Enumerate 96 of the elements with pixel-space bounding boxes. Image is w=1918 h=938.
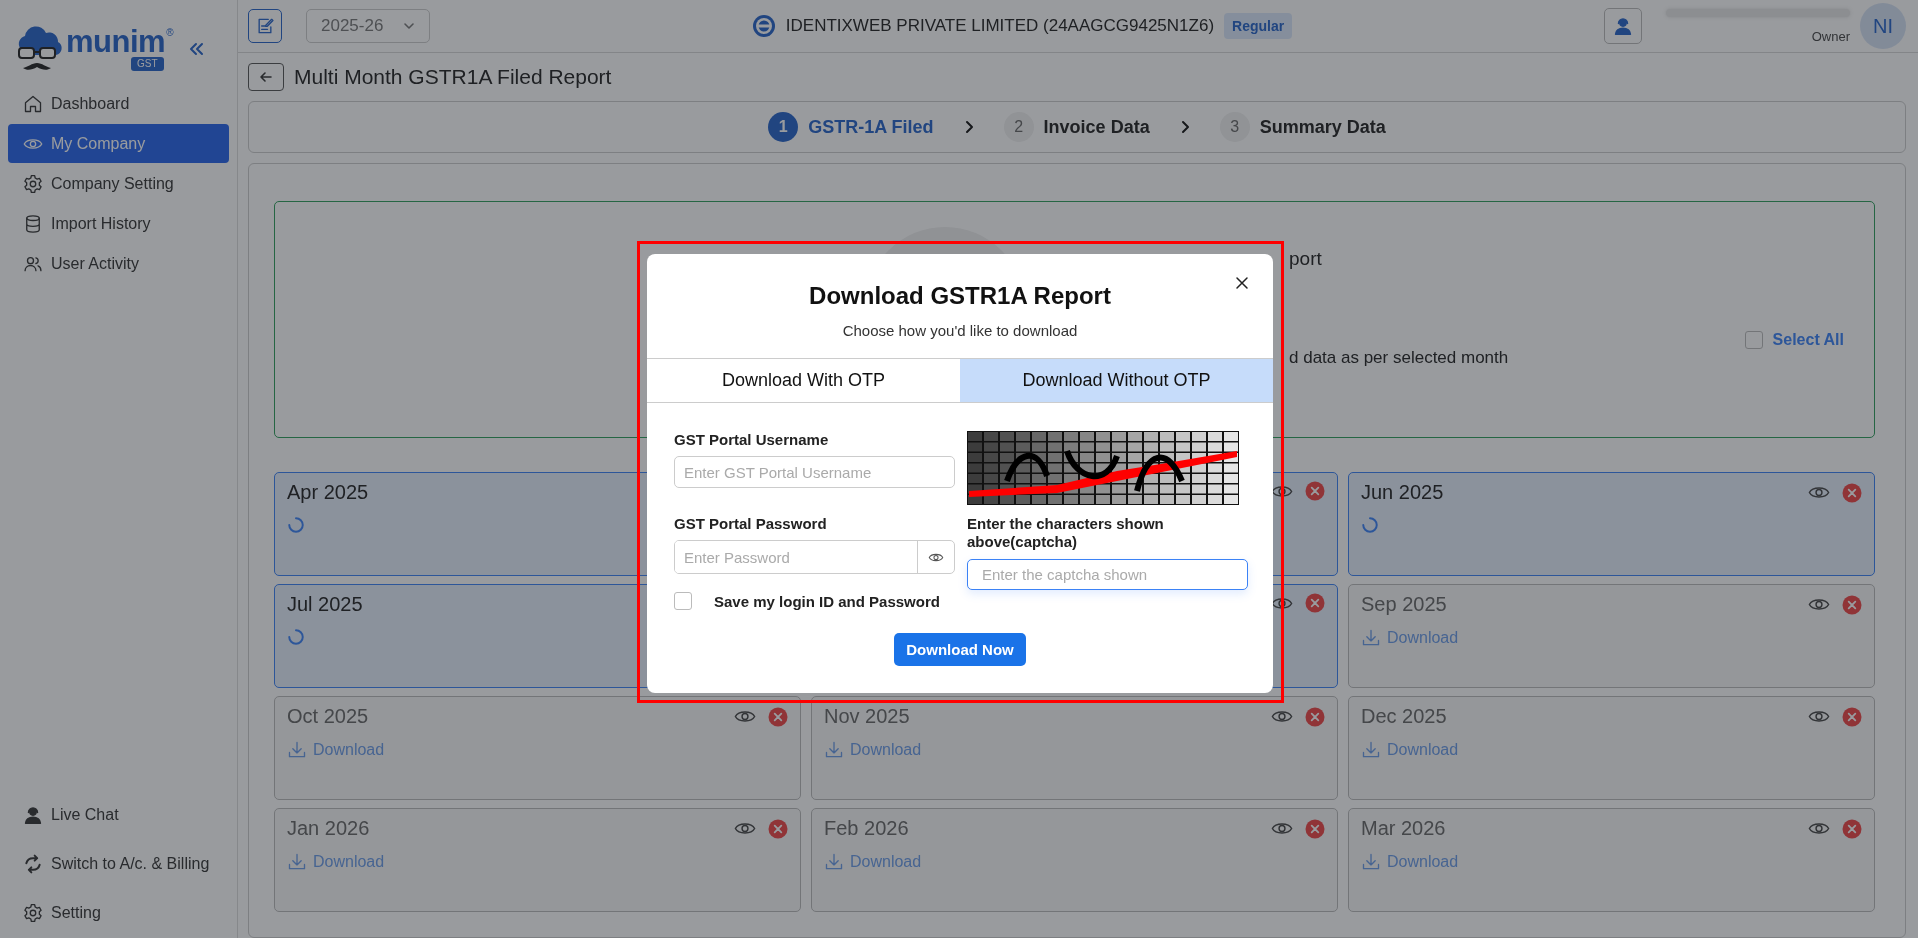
remove-icon[interactable] <box>1305 481 1325 501</box>
settings-icon <box>23 173 43 194</box>
view-icon <box>1271 710 1293 723</box>
logo-wordmark: munim <box>66 27 166 57</box>
month-title: Jan 2026 <box>287 817 370 840</box>
registered-mark: ® <box>166 27 174 38</box>
field-label: GST Portal Password <box>674 515 828 532</box>
download-icon <box>824 852 844 872</box>
panel-note: d data as per selected month <box>1289 347 1509 368</box>
close-icon <box>1235 276 1249 290</box>
user-role: Owner <box>1811 28 1850 44</box>
month-title: Sep 2025 <box>1361 593 1447 616</box>
remember-label[interactable]: Save my login ID and Password <box>714 592 940 610</box>
panel-heading: port <box>1289 247 1323 270</box>
dialog-tab[interactable]: Download Without OTP <box>960 359 1273 402</box>
database-icon <box>23 213 43 234</box>
view-icon <box>734 822 756 835</box>
captcha-field[interactable]: Enter the captcha shown <box>967 559 1248 590</box>
remove-icon[interactable] <box>768 818 788 839</box>
remember-checkbox[interactable] <box>674 592 692 610</box>
sidebar-item[interactable]: Import History <box>8 204 229 243</box>
month-title: Nov 2025 <box>824 705 910 728</box>
arrow-left-icon <box>259 70 273 84</box>
company-name: IDENTIXWEB PRIVATE LIMITED (24AAGCG9425N1Z6) <box>785 16 1215 36</box>
loading-spinner-icon <box>287 628 305 646</box>
headset-person-icon <box>23 804 43 825</box>
settings-icon <box>23 902 43 923</box>
view-icon <box>1808 598 1830 611</box>
view-icon <box>1271 822 1293 835</box>
month-title: Feb 2026 <box>824 817 909 840</box>
download-icon <box>287 852 307 872</box>
download-icon <box>1361 852 1381 872</box>
remove-icon[interactable] <box>1305 593 1325 613</box>
step-label[interactable]: Invoice Data <box>1043 116 1150 138</box>
view-icon <box>1808 486 1830 499</box>
remove-icon[interactable] <box>1305 706 1325 727</box>
select-all-checkbox[interactable] <box>1744 330 1763 349</box>
remove-icon[interactable] <box>1842 482 1862 503</box>
switch-arrows-icon <box>23 853 43 874</box>
support-agent-icon <box>1613 16 1633 36</box>
select-all-label[interactable]: Select All <box>1772 330 1844 349</box>
download-icon <box>1361 628 1381 648</box>
month-title: Mar 2026 <box>1361 817 1446 840</box>
remove-icon[interactable] <box>1305 818 1325 839</box>
dialog-subtitle: Choose how you'd like to download <box>841 322 1079 339</box>
month-title: Dec 2025 <box>1361 705 1447 728</box>
download-icon <box>287 740 307 760</box>
sidebar-item[interactable]: Live Chat <box>8 795 229 834</box>
view-icon <box>1808 822 1830 835</box>
remove-icon[interactable] <box>768 706 788 727</box>
back-button[interactable] <box>248 63 284 91</box>
gst-seal-icon <box>751 14 776 38</box>
captcha-label: Enter the characters shown above(captcha) <box>967 515 1165 551</box>
username-field[interactable]: Enter GST Portal Username <box>674 456 955 488</box>
home-icon <box>23 93 43 114</box>
download-icon <box>1361 740 1381 760</box>
sidebar-item[interactable]: Company Setting <box>8 164 229 203</box>
registration-type-badge: Regular <box>1224 13 1293 39</box>
sidebar-item[interactable]: Setting <box>8 893 229 932</box>
month-title: Oct 2025 <box>287 705 369 728</box>
sidebar-item[interactable]: User Activity <box>8 244 229 283</box>
view-icon <box>1271 484 1293 498</box>
remove-icon[interactable] <box>1842 818 1862 839</box>
step-number: 3 <box>1219 112 1250 142</box>
eye-icon <box>928 552 944 562</box>
sidebar-item[interactable]: Dashboard <box>8 84 229 123</box>
logo-badge: GST <box>130 57 164 71</box>
year-select[interactable]: 2025-26 <box>306 9 430 43</box>
user-avatar[interactable]: NI <box>1860 3 1906 49</box>
loading-spinner-icon <box>287 516 305 534</box>
eye-icon <box>23 137 43 150</box>
sidebar-item[interactable]: My Company <box>8 124 229 163</box>
edit-button[interactable] <box>248 9 282 43</box>
password-field[interactable]: Enter Password <box>674 540 955 574</box>
step-label[interactable]: Summary Data <box>1259 116 1386 138</box>
step-number: 2 <box>1003 112 1034 142</box>
remove-icon[interactable] <box>1842 706 1862 727</box>
view-icon <box>1271 596 1293 610</box>
month-title: Jul 2025 <box>287 593 363 616</box>
support-button[interactable] <box>1604 8 1642 44</box>
step-label[interactable]: GSTR-1A Filed <box>808 116 934 138</box>
month-title: Apr 2025 <box>287 481 369 504</box>
caret-down-icon <box>403 20 416 32</box>
remove-icon[interactable] <box>1842 594 1862 615</box>
month-title: Jun 2025 <box>1361 481 1444 504</box>
view-icon <box>1808 710 1830 723</box>
step-number: 1 <box>768 112 799 142</box>
download-icon <box>824 740 844 760</box>
sidebar-item[interactable]: Switch to A/c. & Billing <box>8 844 229 883</box>
double-chevron-left-icon <box>187 40 205 58</box>
field-label: GST Portal Username <box>674 431 830 448</box>
page-title: Multi Month GSTR1A Filed Report <box>294 65 612 89</box>
dialog-title: Download GSTR1A Report <box>808 282 1112 310</box>
loading-spinner-icon <box>1361 516 1379 534</box>
download-now-button[interactable]: Download Now <box>894 633 1026 666</box>
view-icon <box>734 710 756 723</box>
